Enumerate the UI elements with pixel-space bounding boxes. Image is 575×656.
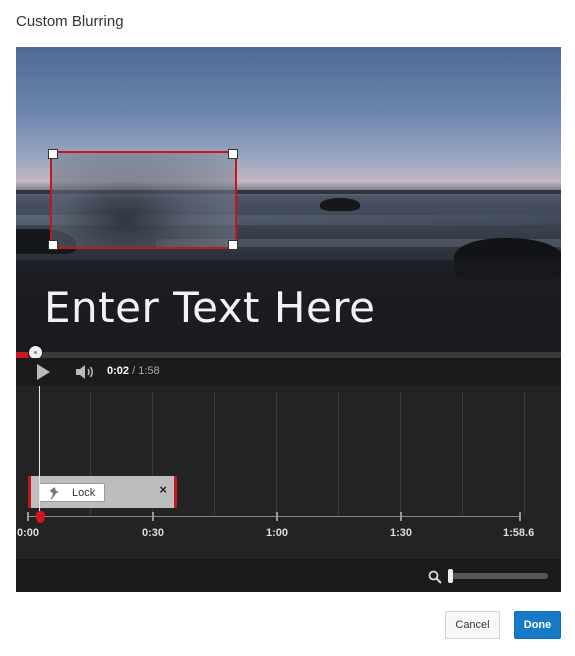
time-separator: /: [129, 365, 139, 377]
blur-segment[interactable]: Lock ×: [28, 476, 177, 508]
overlay-text: Enter Text Here: [44, 283, 376, 332]
tick-label: 0:30: [142, 527, 165, 539]
playhead-line: [39, 386, 40, 517]
timeline-tick: [400, 512, 402, 521]
pin-icon: [49, 487, 59, 500]
rock: [320, 198, 360, 211]
playhead-marker[interactable]: [36, 511, 45, 523]
current-time: 0:02: [107, 365, 130, 377]
timeline-tick: [519, 512, 521, 521]
player-controls: 0:02 / 1:58: [16, 358, 561, 386]
timeline-axis: [28, 516, 520, 517]
timeline-gridline: [276, 392, 277, 515]
tick-label: 1:58.6: [503, 527, 535, 539]
timeline-gridline: [338, 392, 339, 515]
timeline-gridline: [400, 392, 401, 515]
resize-handle-top-right[interactable]: [228, 149, 238, 159]
done-button[interactable]: Done: [514, 611, 561, 639]
timeline-tick: [276, 512, 278, 521]
magnifier-icon: [428, 570, 442, 584]
tick-label: 0:00: [17, 527, 40, 539]
video-frame[interactable]: Enter Text Here: [16, 47, 561, 352]
blur-region[interactable]: [50, 151, 237, 249]
timeline-tick: [27, 512, 29, 521]
dialog-title: Custom Blurring: [16, 13, 124, 30]
zoom-slider-track[interactable]: [448, 573, 548, 579]
volume-icon[interactable]: [75, 364, 95, 380]
duration: 1:58: [138, 365, 160, 377]
tick-label: 1:30: [390, 527, 413, 539]
timeline[interactable]: Lock × 0:00 0:30 1:00 1:30 1:58.6: [16, 386, 561, 557]
time-display: 0:02 / 1:58: [107, 365, 160, 377]
timeline-tick: [152, 512, 154, 521]
zoom-slider-handle[interactable]: [448, 569, 453, 583]
lock-button[interactable]: Lock: [39, 483, 105, 502]
video-editor: Enter Text Here 0:02 / 1:58 Lock × 0:00 …: [16, 47, 561, 592]
timeline-toolbar: [16, 557, 561, 592]
timeline-gridline: [214, 392, 215, 515]
cancel-button[interactable]: Cancel: [445, 611, 500, 639]
resize-handle-bottom-left[interactable]: [48, 240, 58, 250]
timeline-gridline: [524, 392, 525, 515]
play-icon[interactable]: [37, 364, 50, 380]
resize-handle-top-left[interactable]: [48, 149, 58, 159]
timeline-gridline: [462, 392, 463, 515]
tick-label: 1:00: [266, 527, 289, 539]
close-icon[interactable]: ×: [159, 482, 167, 497]
lock-label: Lock: [72, 487, 96, 499]
resize-handle-bottom-right[interactable]: [228, 240, 238, 250]
